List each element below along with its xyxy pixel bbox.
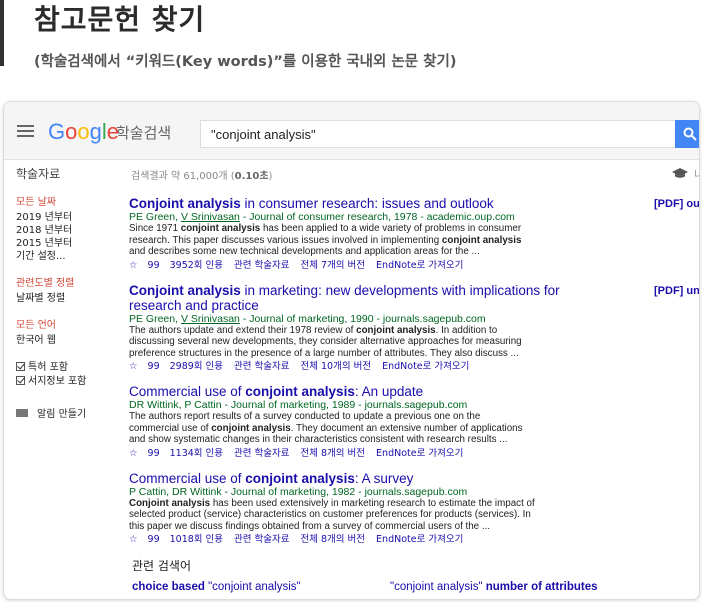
save-star-icon[interactable]: ☆: [129, 260, 138, 271]
result-title-link[interactable]: Conjoint analysis in marketing: new deve…: [129, 283, 589, 313]
date-filter-custom[interactable]: 기간 설정...: [16, 250, 126, 263]
language-any[interactable]: 모든 언어: [16, 319, 126, 332]
endnote-import-link[interactable]: EndNote로 가져오기: [382, 361, 469, 372]
page-title: 참고문헌 찾기: [34, 3, 206, 36]
google-logo[interactable]: Google: [48, 119, 119, 145]
results-list: Conjoint analysis in consumer research: …: [129, 196, 589, 557]
related-searches-title: 관련 검색어: [132, 559, 192, 573]
save-star-icon[interactable]: ☆: [129, 361, 138, 372]
endnote-import-link[interactable]: EndNote로 가져오기: [376, 260, 463, 271]
pdf-link[interactable]: [PDF] ou: [654, 198, 699, 210]
filter-sidebar: 모든 날짜 2019 년부터 2018 년부터 2015 년부터 기간 설정..…: [16, 196, 126, 420]
endnote-import-link[interactable]: EndNote로 가져오기: [376, 534, 463, 545]
articles-tab[interactable]: 학술자료: [16, 165, 60, 182]
scholar-screenshot: Google 학술검색 학술자료 검색결과 약 61,000개 (0.10초) …: [3, 101, 700, 600]
versions-link[interactable]: 전체 7개의 버전: [301, 260, 366, 271]
cite-quote-icon[interactable]: 99: [148, 448, 160, 459]
search-input[interactable]: [200, 120, 676, 148]
guide-accent-bar: [0, 0, 4, 66]
result-meta: P Cattin, DR Wittink - Journal of market…: [129, 485, 468, 498]
sort-by-date[interactable]: 날짜별 정렬: [16, 292, 126, 305]
date-filter: 모든 날짜 2019 년부터 2018 년부터 2015 년부터 기간 설정..…: [16, 196, 126, 263]
scholar-label: 학술검색: [116, 124, 172, 142]
include-citations-checkbox[interactable]: 서지정보 포함: [16, 375, 126, 389]
sort-by-relevance[interactable]: 관련도별 정렬: [16, 277, 126, 290]
related-articles-link[interactable]: 관련 학술자료: [234, 534, 289, 545]
cite-quote-icon[interactable]: 99: [148, 260, 160, 271]
result-snippet: The authors update and extend their 1978…: [129, 324, 522, 359]
result-title-link[interactable]: Commercial use of conjoint analysis: An …: [129, 384, 589, 399]
menu-icon[interactable]: [17, 125, 34, 137]
page-subtitle: (학술검색에서 “키워드(Key words)”를 이용한 국내외 논문 찾기): [34, 54, 457, 70]
related-articles-link[interactable]: 관련 학술자료: [234, 361, 289, 372]
top-bar: Google 학술검색: [4, 102, 699, 160]
language-korean[interactable]: 한국어 웹: [16, 334, 126, 347]
versions-link[interactable]: 전체 8개의 버전: [301, 534, 366, 545]
my-library-link[interactable]: 내: [694, 166, 699, 182]
search-icon: [683, 127, 697, 141]
sort-filter: 관련도별 정렬 날짜별 정렬: [16, 277, 126, 305]
result-item: Commercial use of conjoint analysis: An …: [129, 384, 589, 461]
nav-row: 학술자료 검색결과 약 61,000개 (0.10초) 내: [4, 160, 699, 186]
result-actions: ☆ 99 1134회 인용 관련 학술자료 전체 8개의 버전 EndNote로 가져오기: [129, 447, 589, 461]
result-actions: ☆ 99 3952회 인용 관련 학술자료 전체 7개의 버전 EndNote로 가져오기: [129, 259, 589, 273]
result-meta: PE Green, V Srinivasan - Journal of mark…: [129, 312, 486, 325]
search-button[interactable]: [675, 120, 699, 148]
date-filter-option[interactable]: 2019 년부터: [16, 211, 126, 224]
cited-by-link[interactable]: 1134회 인용: [170, 448, 223, 459]
cite-quote-icon[interactable]: 99: [148, 361, 160, 372]
cited-by-link[interactable]: 1018회 인용: [170, 534, 223, 545]
result-title-link[interactable]: Commercial use of conjoint analysis: A s…: [129, 471, 589, 486]
save-star-icon[interactable]: ☆: [129, 534, 138, 545]
related-articles-link[interactable]: 관련 학술자료: [234, 448, 289, 459]
cited-by-link[interactable]: 2989회 인용: [170, 361, 223, 372]
result-item: Commercial use of conjoint analysis: A s…: [129, 471, 589, 548]
date-filter-option[interactable]: 2015 년부터: [16, 237, 126, 250]
versions-link[interactable]: 전체 8개의 버전: [301, 448, 366, 459]
checkbox-checked-icon: [16, 362, 25, 371]
result-meta: PE Green, V Srinivasan - Journal of cons…: [129, 211, 515, 223]
save-star-icon[interactable]: ☆: [129, 448, 138, 459]
language-filter: 모든 언어 한국어 웹: [16, 319, 126, 347]
result-snippet: The authors report results of a survey c…: [129, 411, 523, 445]
result-actions: ☆ 99 1018회 인용 관련 학술자료 전체 8개의 버전 EndNote로 가져오기: [129, 533, 589, 547]
graduation-cap-icon[interactable]: [672, 168, 688, 179]
cited-by-link[interactable]: 3952회 인용: [170, 260, 223, 271]
author-link[interactable]: V Srinivasan: [181, 313, 240, 325]
related-search-link[interactable]: choice based "conjoint analysis": [132, 581, 301, 593]
related-articles-link[interactable]: 관련 학술자료: [234, 260, 289, 271]
result-item: Conjoint analysis in consumer research: …: [129, 196, 589, 273]
include-patents-checkbox[interactable]: 특허 포함: [16, 361, 126, 375]
result-count: 검색결과 약 61,000개 (0.10초): [131, 171, 273, 182]
endnote-import-link[interactable]: EndNote로 가져오기: [376, 448, 463, 459]
date-filter-option[interactable]: 2018 년부터: [16, 224, 126, 237]
pdf-link[interactable]: [PDF] un: [654, 285, 699, 297]
mail-icon: [16, 409, 28, 417]
result-item: Conjoint analysis in marketing: new deve…: [129, 283, 589, 375]
result-snippet: Conjoint analysis has been used extensiv…: [129, 497, 535, 532]
result-meta: DR Wittink, P Cattin - Journal of market…: [129, 399, 468, 411]
result-actions: ☆ 99 2989회 인용 관련 학술자료 전체 10개의 버전 EndNote로 가져오…: [129, 360, 589, 374]
result-snippet: Since 1971 conjoint analysis has been ap…: [129, 223, 522, 257]
related-search-link[interactable]: "conjoint analysis" number of attributes: [390, 581, 598, 593]
author-link[interactable]: V Srinivasan: [181, 211, 240, 223]
result-title-link[interactable]: Conjoint analysis in consumer research: …: [129, 196, 589, 211]
create-alert-button[interactable]: 알림 만들기: [16, 405, 126, 420]
versions-link[interactable]: 전체 10개의 버전: [301, 361, 372, 372]
checkbox-checked-icon: [16, 376, 25, 385]
date-filter-any[interactable]: 모든 날짜: [16, 196, 126, 209]
cite-quote-icon[interactable]: 99: [148, 534, 160, 545]
